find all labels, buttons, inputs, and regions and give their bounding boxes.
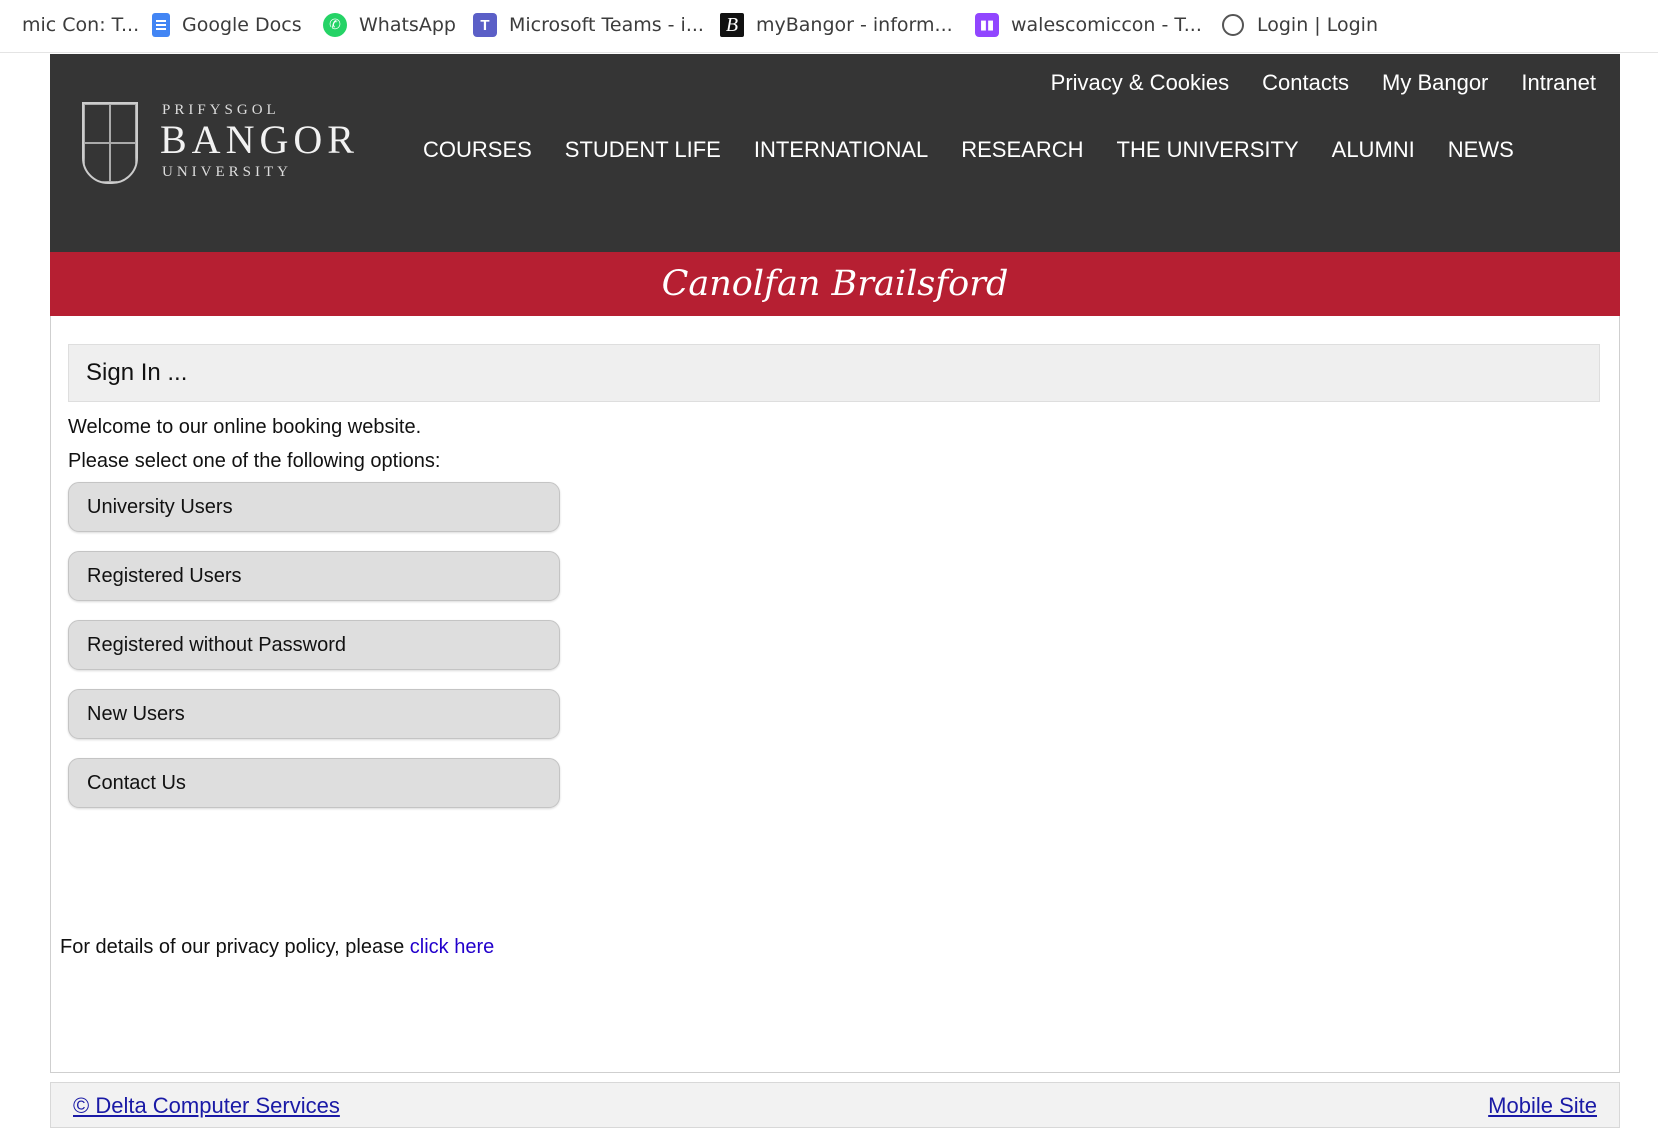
link-privacy-cookies[interactable]: Privacy & Cookies xyxy=(1051,70,1230,96)
mybangor-icon: B xyxy=(720,13,744,37)
bookmark-label: Google Docs xyxy=(182,14,302,36)
nav-international[interactable]: INTERNATIONAL xyxy=(754,137,928,163)
nav-research[interactable]: RESEARCH xyxy=(961,137,1083,163)
option-registered-users[interactable]: Registered Users xyxy=(68,551,560,601)
footer-delta-link[interactable]: © Delta Computer Services xyxy=(73,1093,340,1119)
link-intranet[interactable]: Intranet xyxy=(1521,70,1596,96)
site-header: PRIFYSGOL BANGOR UNIVERSITY Privacy & Co… xyxy=(50,54,1620,252)
page-banner: Canolfan Brailsford xyxy=(50,252,1620,316)
welcome-text: Welcome to our online booking website. xyxy=(68,416,422,438)
bookmark-login[interactable]: Login | Login xyxy=(1221,11,1378,39)
logo-main-text: BANGOR xyxy=(160,117,359,162)
whatsapp-icon: ✆ xyxy=(323,13,347,37)
teams-icon: T xyxy=(473,13,497,37)
bookmark-label: Microsoft Teams - i... xyxy=(509,14,704,36)
instructions-text: Please select one of the following optio… xyxy=(68,450,441,472)
crest-icon xyxy=(82,102,138,184)
nav-the-university[interactable]: THE UNIVERSITY xyxy=(1117,137,1299,163)
footer-mobile-site-link[interactable]: Mobile Site xyxy=(1488,1093,1597,1119)
bangor-university-logo[interactable]: PRIFYSGOL BANGOR UNIVERSITY xyxy=(82,102,382,192)
bookmarks-bar: mic Con: T... Google Docs ✆ WhatsApp T M… xyxy=(0,0,1658,53)
bookmark-label: walescomiccon - T... xyxy=(1011,14,1202,36)
google-docs-icon xyxy=(152,13,170,37)
bookmark-google-docs[interactable]: Google Docs xyxy=(152,11,302,39)
link-my-bangor[interactable]: My Bangor xyxy=(1382,70,1488,96)
privacy-notice: For details of our privacy policy, pleas… xyxy=(60,936,494,959)
bookmark-mybangor[interactable]: B myBangor - inform... xyxy=(720,11,953,39)
top-links: Privacy & Cookies Contacts My Bangor Int… xyxy=(1051,70,1596,96)
nav-alumni[interactable]: ALUMNI xyxy=(1332,137,1415,163)
logo-bottom-text: UNIVERSITY xyxy=(162,164,292,180)
privacy-link[interactable]: click here xyxy=(410,936,494,958)
signin-heading: Sign In ... xyxy=(68,344,1600,402)
nav-courses[interactable]: COURSES xyxy=(423,137,532,163)
main-nav: COURSES STUDENT LIFE INTERNATIONAL RESEA… xyxy=(423,137,1514,163)
bookmark-whatsapp[interactable]: ✆ WhatsApp xyxy=(323,11,456,39)
page-title: Canolfan Brailsford xyxy=(661,264,1009,304)
option-contact-us[interactable]: Contact Us xyxy=(68,758,560,808)
option-university-users[interactable]: University Users xyxy=(68,482,560,532)
site-footer: © Delta Computer Services Mobile Site xyxy=(50,1082,1620,1128)
bookmark-label: WhatsApp xyxy=(359,14,456,36)
option-registered-without-password[interactable]: Registered without Password xyxy=(68,620,560,670)
bookmark-label: mic Con: T... xyxy=(22,14,140,36)
bookmark-microsoft-teams[interactable]: T Microsoft Teams - i... xyxy=(473,11,704,39)
privacy-text: For details of our privacy policy, pleas… xyxy=(60,936,410,958)
nav-student-life[interactable]: STUDENT LIFE xyxy=(565,137,721,163)
bookmark-walescomiccon[interactable]: ▮▮ walescomiccon - T... xyxy=(975,11,1202,39)
login-icon xyxy=(1221,13,1245,37)
twitch-icon: ▮▮ xyxy=(975,13,999,37)
link-contacts[interactable]: Contacts xyxy=(1262,70,1349,96)
bookmark-label: myBangor - inform... xyxy=(756,14,953,36)
main-content: Sign In ... Welcome to our online bookin… xyxy=(50,316,1620,1073)
option-new-users[interactable]: New Users xyxy=(68,689,560,739)
nav-news[interactable]: NEWS xyxy=(1448,137,1514,163)
bookmark-label: Login | Login xyxy=(1257,14,1378,36)
bookmark-comic-con[interactable]: mic Con: T... xyxy=(22,11,139,39)
